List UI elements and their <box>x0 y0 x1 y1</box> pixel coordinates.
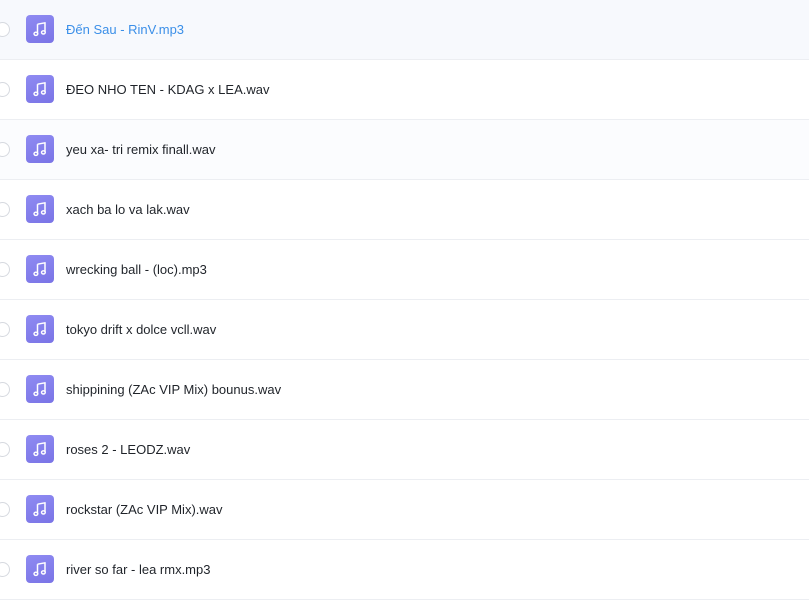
row-select-checkbox[interactable] <box>0 82 10 97</box>
music-note-icon <box>26 375 54 403</box>
music-note-icon <box>26 435 54 463</box>
file-name[interactable]: ĐEO NHO TEN - KDAG x LEA.wav <box>66 81 269 98</box>
music-note-icon <box>26 555 54 583</box>
file-name[interactable]: shippining (ZAc VIP Mix) bounus.wav <box>66 381 281 398</box>
file-row[interactable]: yeu xa- tri remix finall.wav <box>0 120 809 180</box>
file-name[interactable]: tokyo drift x dolce vcll.wav <box>66 321 216 338</box>
file-name[interactable]: xach ba lo va lak.wav <box>66 201 190 218</box>
music-note-icon <box>26 135 54 163</box>
file-row[interactable]: ĐEO NHO TEN - KDAG x LEA.wav <box>0 60 809 120</box>
file-row[interactable]: river so far - lea rmx.mp3 <box>0 540 809 600</box>
row-select-checkbox[interactable] <box>0 442 10 457</box>
file-name[interactable]: wrecking ball - (loc).mp3 <box>66 261 207 278</box>
row-select-checkbox[interactable] <box>0 382 10 397</box>
row-select-checkbox[interactable] <box>0 262 10 277</box>
row-select-checkbox[interactable] <box>0 502 10 517</box>
file-row[interactable]: xach ba lo va lak.wav <box>0 180 809 240</box>
row-select-checkbox[interactable] <box>0 22 10 37</box>
row-select-checkbox[interactable] <box>0 202 10 217</box>
music-note-icon <box>26 315 54 343</box>
row-select-checkbox[interactable] <box>0 142 10 157</box>
music-note-icon <box>26 195 54 223</box>
file-row[interactable]: tokyo drift x dolce vcll.wav <box>0 300 809 360</box>
file-row[interactable]: Đến Sau - RinV.mp3 <box>0 0 809 60</box>
music-note-icon <box>26 495 54 523</box>
file-name[interactable]: Đến Sau - RinV.mp3 <box>66 21 184 38</box>
music-note-icon <box>26 75 54 103</box>
music-note-icon <box>26 255 54 283</box>
music-note-icon <box>26 15 54 43</box>
file-row[interactable]: roses 2 - LEODZ.wav <box>0 420 809 480</box>
file-row[interactable]: rockstar (ZAc VIP Mix).wav <box>0 480 809 540</box>
row-select-checkbox[interactable] <box>0 562 10 577</box>
row-select-checkbox[interactable] <box>0 322 10 337</box>
file-name[interactable]: roses 2 - LEODZ.wav <box>66 441 190 458</box>
file-name[interactable]: river so far - lea rmx.mp3 <box>66 561 210 578</box>
file-name[interactable]: yeu xa- tri remix finall.wav <box>66 141 216 158</box>
file-row[interactable]: shippining (ZAc VIP Mix) bounus.wav <box>0 360 809 420</box>
file-row[interactable]: wrecking ball - (loc).mp3 <box>0 240 809 300</box>
file-name[interactable]: rockstar (ZAc VIP Mix).wav <box>66 501 223 518</box>
file-list: Đến Sau - RinV.mp3 ĐEO NHO TEN - KDAG x … <box>0 0 809 615</box>
